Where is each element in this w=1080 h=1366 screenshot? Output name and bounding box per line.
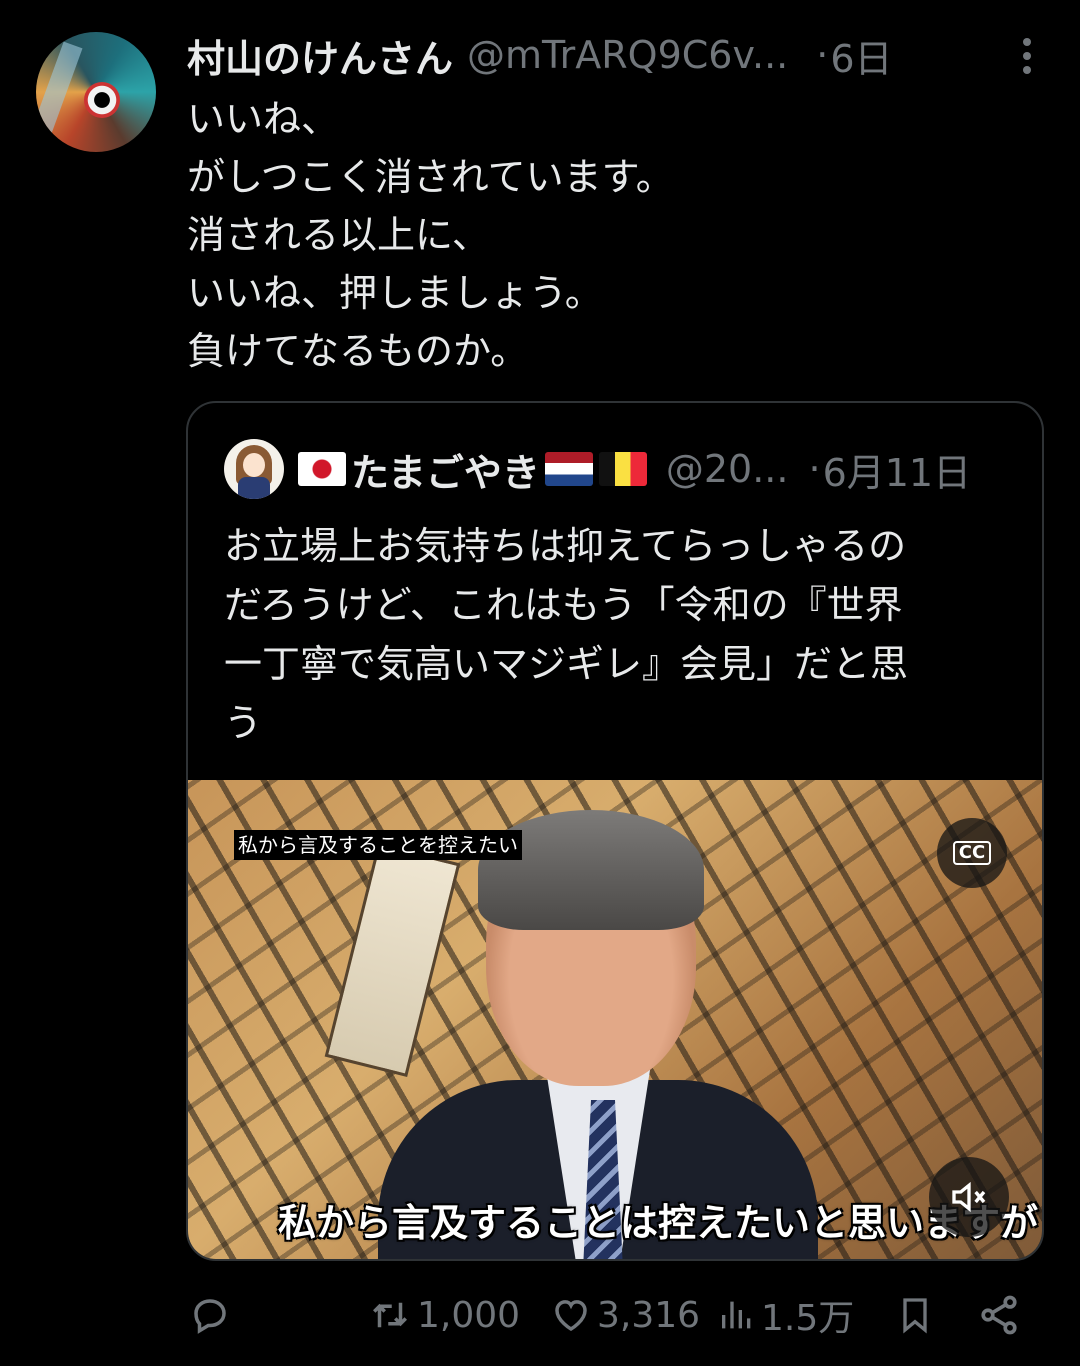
share-icon — [981, 1295, 1017, 1335]
quoted-body-line: 一丁寧で気高いマジギレ』会見」だと思 — [224, 642, 909, 686]
quoted-author-handle[interactable]: @20... — [666, 447, 789, 491]
closed-captions-button[interactable]: CC — [937, 818, 1007, 888]
share-button[interactable] — [977, 1285, 1021, 1345]
quoted-post-body: お立場上お気持ちは抑えてらっしゃるの だろうけど、これはもう「令和の『世界 一丁… — [224, 517, 1014, 753]
reply-button[interactable] — [189, 1285, 231, 1345]
post-body-line: 負けてなるものか。 — [187, 329, 529, 373]
video-caption-overlay: 私から言及することを控えたい — [234, 830, 522, 860]
time-separator: · — [816, 33, 829, 77]
avatar-koinobori-eye — [84, 82, 120, 118]
like-button[interactable]: 3,316 — [549, 1285, 700, 1345]
quoted-time-separator: · — [808, 447, 821, 491]
post-header: 村山のけんさん @mTrARQ9C6v... · 6日 — [187, 28, 1047, 83]
video-subtitle: 私から言及することは控えたいと思いますが — [278, 1201, 1039, 1245]
author-handle[interactable]: @mTrARQ9C6v... — [467, 33, 788, 77]
post-body: いいね、 がしつこく消されています。 消される以上に、 いいね、押しましょう。 … — [187, 90, 1047, 380]
bookmark-icon — [903, 1298, 927, 1334]
post-body-line: がしつこく消されています。 — [187, 155, 674, 199]
quoted-author-name[interactable]: たまごやき — [351, 442, 540, 497]
quoted-post-time[interactable]: 6月11日 — [823, 442, 972, 497]
post-body-line: いいね、押しましょう。 — [187, 271, 603, 315]
quoted-post[interactable]: たまごやき @20... · 6月11日 お立場上お気持ちは抑えてらっしゃるの … — [186, 401, 1044, 1261]
quoted-body-line: だろうけど、これはもう「令和の『世界 — [224, 583, 903, 627]
quoted-author-avatar[interactable] — [224, 439, 284, 499]
retweet-icon — [373, 1302, 407, 1328]
reply-icon — [194, 1299, 226, 1334]
post-action-bar: 1,000 3,316 1.5万 — [187, 1285, 1047, 1345]
like-count: 3,316 — [597, 1294, 701, 1336]
mute-button[interactable] — [929, 1157, 1009, 1237]
views-count: 1.5万 — [761, 1298, 855, 1339]
speaker-hair — [478, 810, 704, 930]
retweet-button[interactable]: 1,000 — [367, 1285, 520, 1345]
speaker-muted-icon — [952, 1181, 986, 1213]
heart-icon — [555, 1300, 587, 1332]
background-painting-panel — [324, 842, 461, 1078]
author-avatar[interactable] — [36, 32, 156, 152]
views-icon — [722, 1301, 751, 1329]
quoted-post-header: たまごやき @20... · 6月11日 — [224, 437, 1014, 501]
cc-icon: CC — [952, 841, 992, 865]
quoted-body-line: お立場上お気持ちは抑えてらっしゃるの — [224, 524, 907, 568]
post-time[interactable]: 6日 — [830, 28, 892, 83]
post-body-line: いいね、 — [187, 97, 340, 141]
japan-flag-icon — [298, 452, 346, 486]
more-options-icon[interactable] — [1007, 36, 1047, 76]
netherlands-flag-icon — [544, 452, 593, 486]
post-body-line: 消される以上に、 — [187, 213, 490, 257]
video-player[interactable]: 私から言及することを控えたい CC 私から言及することは控えたいと思いますが — [188, 780, 1042, 1259]
quoted-body-line: う — [224, 701, 263, 745]
author-name[interactable]: 村山のけんさん — [187, 28, 453, 83]
belgium-flag-icon — [598, 452, 647, 486]
avatar-decoration — [36, 41, 83, 143]
retweet-count: 1,000 — [417, 1294, 521, 1336]
bookmark-button[interactable] — [895, 1285, 935, 1345]
views-button[interactable]: 1.5万 — [717, 1285, 854, 1345]
